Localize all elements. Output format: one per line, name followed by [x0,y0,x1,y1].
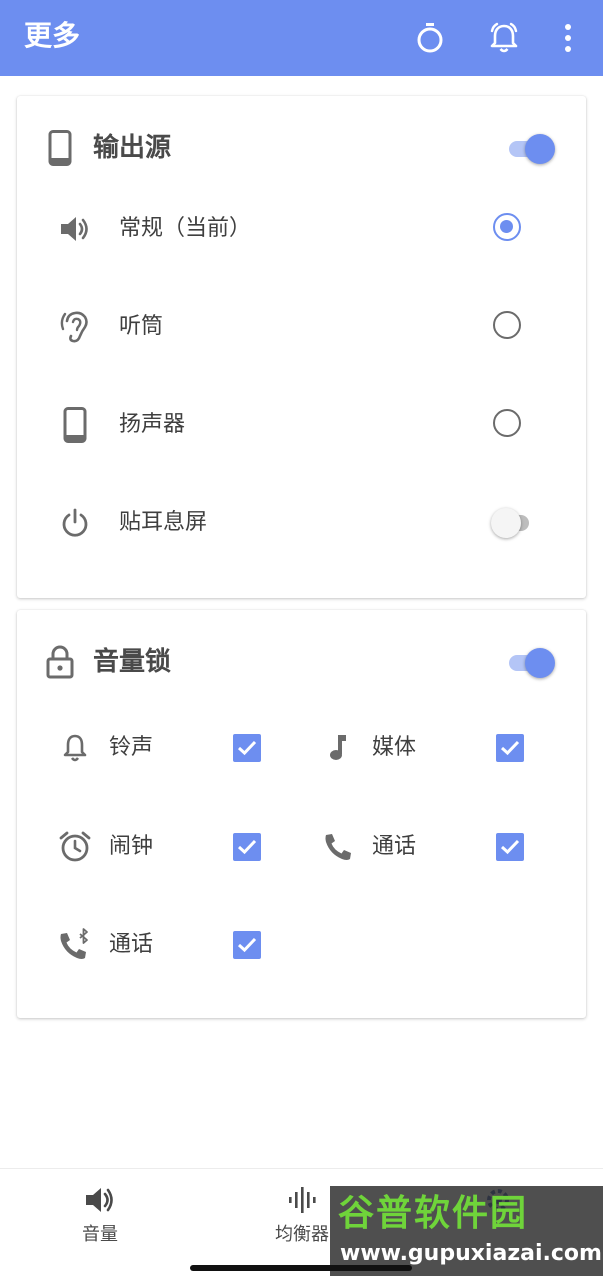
lock-item-call-checkbox[interactable] [496,833,524,861]
lock-item-label: 通话 [109,932,154,957]
output-option-speaker[interactable]: 扬声器 [17,395,586,455]
nav-item-label: 音量 [82,1224,118,1245]
app-bar: 更多 [0,0,603,76]
nav-item-volume[interactable]: 音量 [40,1183,160,1263]
power-icon [55,505,95,541]
lock-item-media[interactable]: 媒体 [320,718,580,778]
proximity-switch[interactable] [491,505,539,539]
output-option-normal[interactable]: 常规（当前） [17,199,586,259]
alarm-clock-icon [57,829,93,865]
stopwatch-icon [417,23,443,53]
watermark-url: www.gupuxiazai.com [340,1241,602,1266]
phone-call-icon [320,829,356,865]
lock-item-label: 媒体 [372,735,417,760]
stopwatch-button[interactable] [406,14,454,62]
proximity-screen-off-row[interactable]: 贴耳息屏 [17,493,586,553]
volume-lock-header: 音量锁 [17,632,586,692]
volume-lock-card: 音量锁 铃声 媒体 闹钟 通话 通话 [17,610,586,1018]
lock-item-label: 铃声 [109,735,154,760]
alarm-bell-icon [490,22,518,53]
output-option-speaker-radio[interactable] [493,409,521,437]
output-option-label: 听筒 [119,314,164,339]
lock-item-ringtone[interactable]: 铃声 [57,718,317,778]
bluetooth-call-icon [57,927,93,963]
ear-icon [55,309,95,345]
phone-icon [55,407,95,443]
lock-item-bluetooth-call-checkbox[interactable] [233,931,261,959]
lock-icon [43,644,77,680]
lock-item-label: 闹钟 [109,834,154,859]
volume-lock-title: 音量锁 [93,647,172,677]
output-option-normal-radio[interactable] [493,213,521,241]
checkmark-icon [237,937,257,953]
more-vert-icon [565,24,571,52]
volume-icon [82,1183,118,1217]
checkmark-icon [500,740,520,756]
lock-item-alarm[interactable]: 闹钟 [57,817,317,877]
output-source-header: 输出源 [17,118,586,178]
lock-item-alarm-checkbox[interactable] [233,833,261,861]
bell-icon [57,730,93,766]
lock-item-call[interactable]: 通话 [320,817,580,877]
lock-item-bluetooth-call[interactable]: 通话 [57,915,317,975]
lock-item-label: 通话 [372,834,417,859]
output-source-title: 输出源 [93,133,172,163]
output-source-card: 输出源 常规（当前） 听筒 扬声器 贴耳息屏 [17,96,586,598]
checkmark-icon [237,839,257,855]
output-source-switch[interactable] [507,131,555,165]
watermark: 谷普软件园 www.gupuxiazai.com [330,1186,603,1276]
music-note-icon [320,730,356,766]
output-option-earpiece-radio[interactable] [493,311,521,339]
alarm-button[interactable] [480,14,528,62]
phone-icon [43,130,77,166]
page-title: 更多 [24,19,81,52]
output-option-label: 常规（当前） [119,216,252,241]
volume-lock-switch[interactable] [507,645,555,679]
lock-item-ringtone-checkbox[interactable] [233,734,261,762]
equalizer-icon [284,1183,320,1217]
output-option-earpiece[interactable]: 听筒 [17,297,586,357]
proximity-label: 贴耳息屏 [119,510,208,535]
more-options-button[interactable] [544,14,592,62]
watermark-title: 谷普软件园 [338,1193,529,1234]
output-option-label: 扬声器 [119,412,186,437]
lock-item-media-checkbox[interactable] [496,734,524,762]
home-indicator[interactable] [190,1265,412,1271]
checkmark-icon [500,839,520,855]
checkmark-icon [237,740,257,756]
speaker-icon [55,211,95,247]
